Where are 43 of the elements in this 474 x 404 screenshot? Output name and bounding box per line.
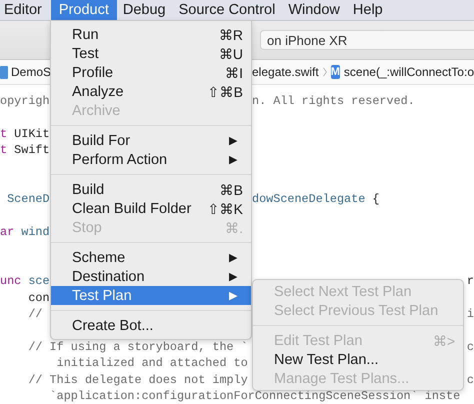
menu-bar-item[interactable]: Debug [118, 0, 173, 20]
menu-bar-item[interactable]: Editor [0, 0, 49, 20]
code-text: unc sce [0, 274, 50, 288]
scheme-field[interactable]: on iPhone XR [260, 30, 474, 50]
code-text: i [466, 306, 474, 322]
menu-item[interactable]: Profile ⌘I [51, 63, 251, 82]
code-text: n. All rights reserved. [252, 94, 415, 108]
menu-bar-item[interactable]: Window [284, 0, 347, 20]
menu-item[interactable]: New Test Plan... [253, 350, 463, 369]
menu-item[interactable]: Analyze ⇧⌘B [51, 82, 251, 101]
submenu-item[interactable]: Destination ▶ [51, 267, 251, 286]
code-text: c [466, 338, 474, 356]
code-text: // [27, 307, 42, 322]
code-text: con [27, 290, 50, 305]
menu-item[interactable]: Create Bot... [51, 316, 251, 335]
menu-bar-item[interactable]: Source Control [174, 0, 282, 20]
menu-item[interactable]: Test ⌘U [51, 44, 251, 63]
code-text: // If using a storyboard, the ` [27, 340, 248, 354]
code-text: r [466, 273, 474, 290]
code-text: t Swift [0, 143, 50, 158]
menu-bar-item[interactable]: Help [348, 0, 390, 20]
code-text: ar wind [0, 225, 50, 240]
breadcrumb-item[interactable]: DemoS [11, 65, 52, 79]
code-text: // This delegate does not imply [27, 372, 248, 387]
submenu-item[interactable]: Scheme ▶ [51, 248, 251, 267]
file-icon [0, 66, 8, 78]
code-text: opyrigh [0, 94, 50, 108]
submenu-item[interactable]: Test Plan ▶ [51, 286, 251, 305]
breadcrumb-item[interactable]: elegate.swift [252, 65, 319, 79]
menu-item[interactable]: Build ⌘B [51, 180, 251, 199]
code-text: `application:configurationForConnectingSceneSession` inste [48, 389, 460, 404]
submenu-item[interactable]: Build For ▶ [51, 131, 251, 150]
breadcrumb-item[interactable]: scene(_:willConnectTo:o [344, 65, 474, 79]
menu-item[interactable]: Clean Build Folder ⇧⌘K [51, 199, 251, 218]
menu-bar-item[interactable]: Product [50, 0, 117, 20]
method-badge: M [330, 65, 340, 79]
menu-item[interactable]: Run ⌘R [51, 25, 251, 44]
code-text: dowSceneDelegate { [252, 192, 380, 206]
code-text: SceneD [6, 192, 50, 206]
code-text: initialized and attached to [56, 356, 248, 370]
code-text: t UIKit [0, 126, 50, 141]
submenu-item[interactable]: Perform Action ▶ [51, 150, 251, 169]
code-text: c [466, 372, 474, 388]
